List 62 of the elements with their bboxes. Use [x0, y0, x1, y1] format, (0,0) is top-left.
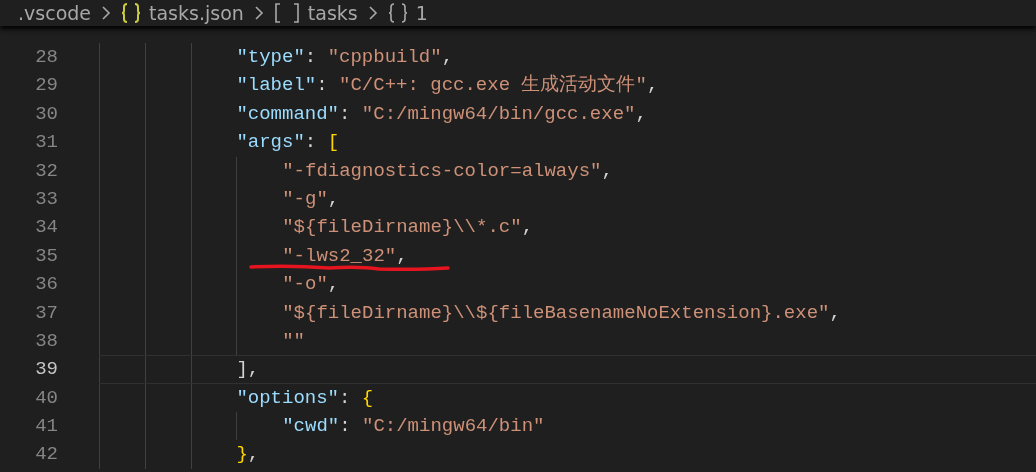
code-token: , — [521, 215, 534, 241]
code-token: : — [304, 45, 318, 70]
code-token: : — [339, 385, 352, 411]
code-token: : — [339, 101, 352, 127]
code-token: , — [327, 272, 340, 298]
code-token: "type" — [236, 45, 305, 70]
line-number: 42 — [34, 442, 58, 468]
line-number: 41 — [34, 414, 58, 440]
line-number: 39 — [34, 357, 58, 383]
code-token: : — [316, 73, 329, 99]
code-token: ], — [236, 357, 260, 383]
line-number: 34 — [34, 215, 58, 241]
line-number: 38 — [34, 328, 58, 354]
code-token: "-o" — [282, 272, 328, 298]
line-number: 29 — [34, 73, 58, 99]
code-token: "-g" — [282, 186, 328, 212]
code-token: , — [247, 442, 260, 468]
code-token: "C:/mingw64/bin" — [362, 414, 545, 440]
line-number: 28 — [34, 45, 58, 70]
code-token: "cwd" — [282, 414, 340, 440]
code-token: , — [829, 300, 841, 326]
code-token: , — [646, 73, 659, 99]
brackets-icon — [273, 2, 300, 24]
code-token: "C:/mingw64/bin/gcc.exe" — [361, 101, 636, 127]
chevron-icon — [101, 5, 111, 21]
line-number: 33 — [34, 186, 58, 212]
line-number: 37 — [34, 300, 58, 326]
code-token: "C/C++: gcc.exe 生成活动文件" — [339, 73, 647, 99]
chevron-icon — [367, 5, 378, 21]
breadcrumb-item[interactable]: 1 — [415, 2, 428, 24]
breadcrumb-item[interactable]: tasks — [307, 2, 358, 24]
code-token: "command" — [236, 101, 339, 127]
code-token: , — [635, 101, 647, 127]
code-token: , — [327, 186, 340, 212]
braces-icon — [121, 2, 141, 24]
braces-icon — [387, 2, 408, 24]
code-token: , — [441, 45, 454, 70]
line-number: 31 — [34, 130, 58, 156]
code-token: , — [396, 243, 408, 269]
code-token: "args" — [236, 130, 305, 156]
code-token: [ — [327, 130, 340, 156]
line-number: 40 — [34, 385, 58, 411]
code-token: "${fileDirname}\\*.c" — [282, 215, 522, 241]
line-number: 32 — [34, 158, 58, 184]
line-number: 36 — [34, 272, 58, 298]
code-token: } — [236, 442, 248, 468]
code-token: "" — [282, 328, 305, 354]
code-token: "options" — [236, 385, 339, 411]
code-token: { — [361, 385, 374, 411]
code-token: "-lws2_32" — [282, 243, 397, 269]
code-token: "-fdiagnostics-color=always" — [282, 158, 602, 184]
breadcrumb-item[interactable]: tasks.json — [149, 2, 244, 24]
code-token: , — [601, 158, 613, 184]
code-token: : — [304, 130, 318, 156]
line-number: 30 — [34, 101, 58, 127]
code-token: "${fileDirname}\\${fileBasenameNoExtension}.exe" — [282, 300, 830, 326]
code-token: : — [339, 414, 352, 440]
code-token: "cppbuild" — [327, 45, 442, 70]
chevron-icon — [253, 5, 264, 21]
breadcrumb-item[interactable]: .vscode — [18, 2, 91, 24]
code-token: "label" — [236, 73, 317, 99]
line-number: 35 — [34, 243, 58, 269]
